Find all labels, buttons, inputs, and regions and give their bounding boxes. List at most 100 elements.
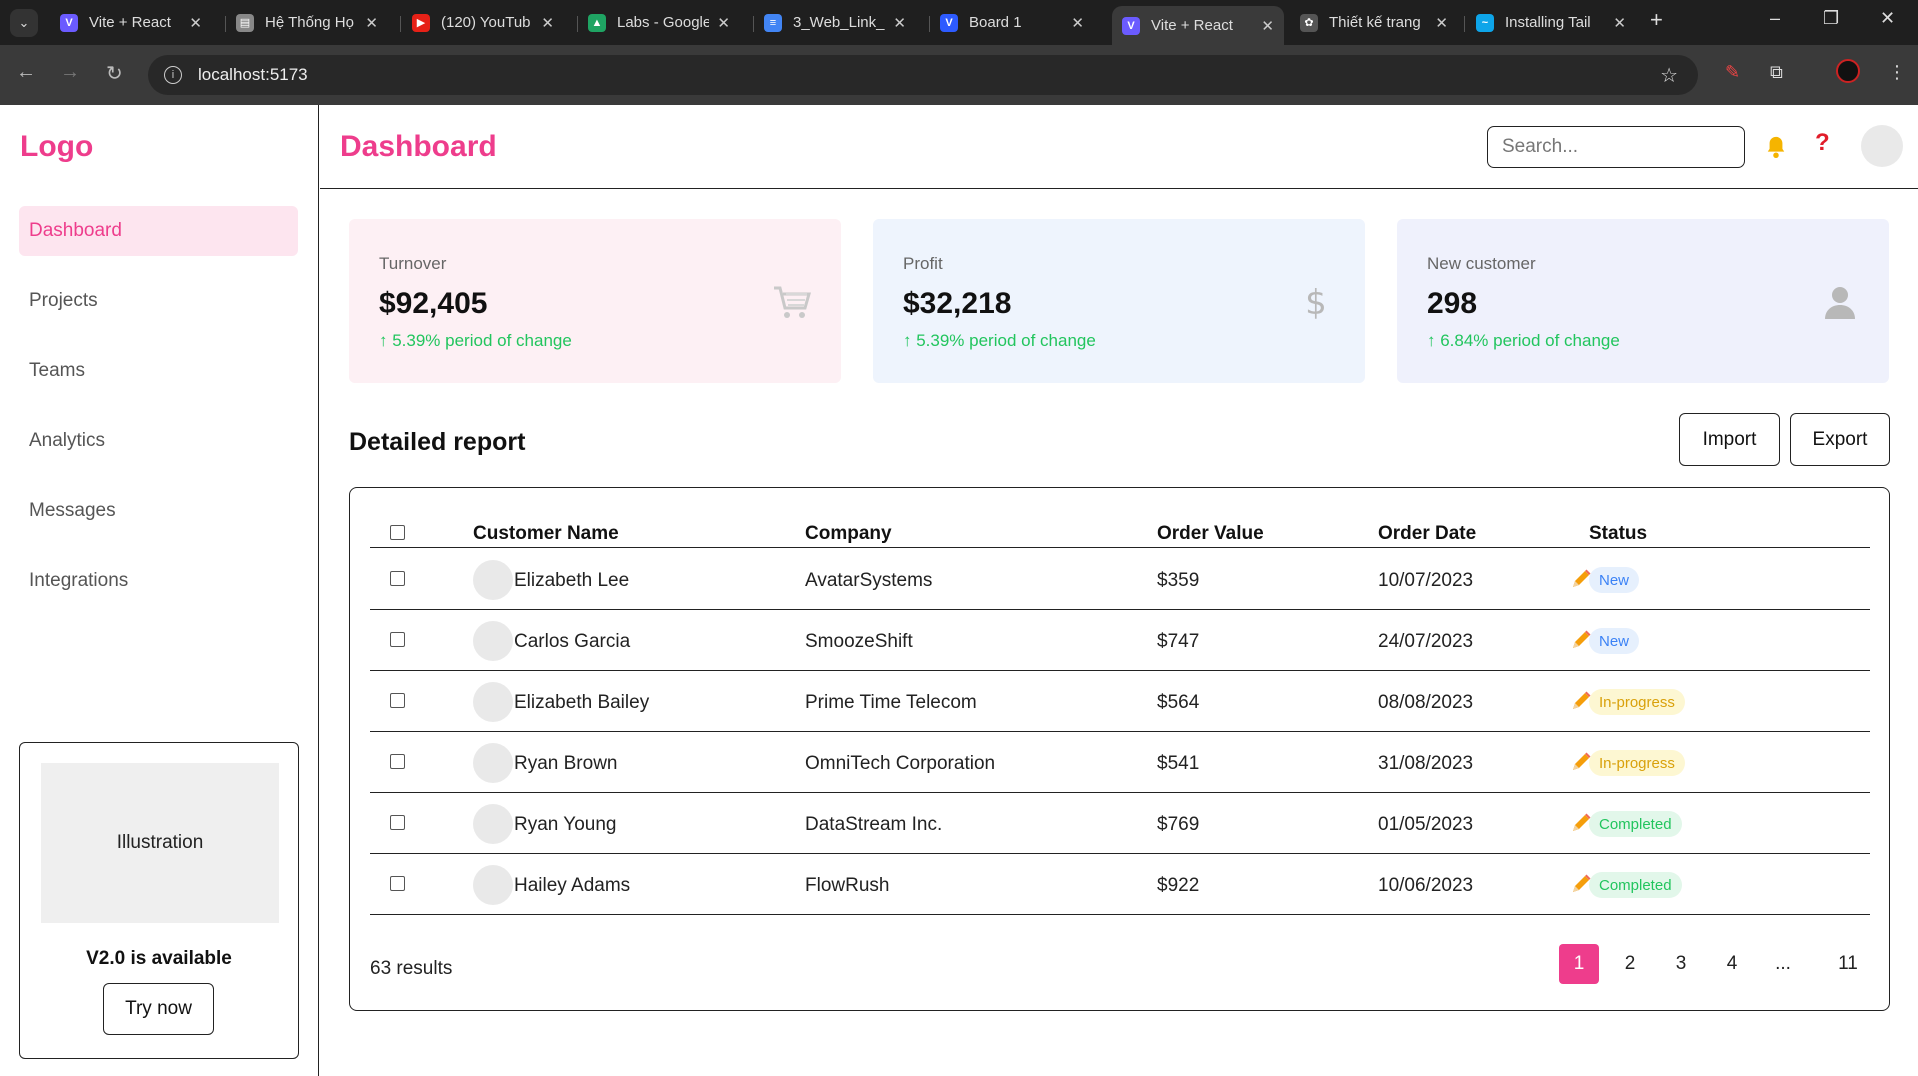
browser-tab[interactable]: V Vite + React ✕ bbox=[50, 6, 212, 39]
browser-tab[interactable]: ▶ (120) YouTub ✕ bbox=[402, 6, 564, 39]
browser-tab[interactable]: ≡ 3_Web_Link_I ✕ bbox=[754, 6, 916, 39]
company-name: DataStream Inc. bbox=[805, 814, 943, 835]
browser-tab[interactable]: ▤ Hệ Thống Họ ✕ bbox=[226, 6, 388, 39]
status-badge: Completed bbox=[1589, 811, 1682, 837]
help-icon[interactable]: ? bbox=[1815, 129, 1830, 157]
edit-pencil-icon[interactable] bbox=[1570, 812, 1592, 834]
stat-card-turnover: Turnover $92,405 ↑ 5.39% period of chang… bbox=[349, 219, 841, 383]
sidebar-item-messages[interactable]: Messages bbox=[19, 486, 298, 536]
sidebar-item-teams[interactable]: Teams bbox=[19, 346, 298, 396]
customer-avatar bbox=[473, 804, 513, 844]
row-checkbox[interactable] bbox=[390, 571, 405, 586]
sidebar-item-projects[interactable]: Projects bbox=[19, 276, 298, 326]
edit-pencil-icon[interactable] bbox=[1570, 873, 1592, 895]
close-icon[interactable]: ✕ bbox=[1613, 14, 1626, 32]
bookmark-star-icon[interactable]: ☆ bbox=[1660, 63, 1678, 88]
pagination-page[interactable]: 2 bbox=[1610, 944, 1650, 984]
customer-avatar bbox=[473, 560, 513, 600]
restore-icon[interactable]: ❐ bbox=[1823, 8, 1839, 29]
browser-tab[interactable]: ✿ Thiết kế trang ✕ bbox=[1290, 6, 1458, 39]
browser-menu-icon[interactable]: ⋮ bbox=[1888, 62, 1906, 83]
tab-search-icon[interactable]: ⌄ bbox=[10, 9, 38, 37]
close-icon[interactable]: ✕ bbox=[1435, 14, 1448, 32]
logo[interactable]: Logo bbox=[20, 130, 93, 164]
sidebar-item-integrations[interactable]: Integrations bbox=[19, 556, 298, 606]
back-icon[interactable]: ← bbox=[16, 61, 36, 84]
edit-pencil-icon[interactable] bbox=[1570, 629, 1592, 651]
promo-title: V2.0 is available bbox=[86, 948, 232, 969]
user-avatar[interactable] bbox=[1861, 125, 1903, 167]
address-bar[interactable]: i localhost:5173 ☆ bbox=[148, 55, 1698, 95]
vite-icon: V bbox=[60, 13, 78, 32]
browser-tab[interactable]: ▲ Labs - Google ✕ bbox=[578, 6, 740, 39]
drive-icon: ▲ bbox=[588, 13, 606, 32]
column-header[interactable]: Order Value bbox=[1157, 523, 1264, 545]
pagination-page[interactable]: 4 bbox=[1712, 944, 1752, 984]
column-header[interactable]: Customer Name bbox=[473, 523, 619, 545]
order-date: 31/08/2023 bbox=[1378, 753, 1474, 774]
close-icon[interactable]: ✕ bbox=[893, 14, 906, 32]
status-badge: In-progress bbox=[1589, 750, 1685, 776]
customer-avatar bbox=[473, 743, 513, 783]
row-checkbox[interactable] bbox=[390, 632, 405, 647]
close-window-icon[interactable]: ✕ bbox=[1880, 8, 1895, 29]
browser-tab[interactable]: V Board 1 ✕ bbox=[930, 6, 1094, 39]
new-tab-icon[interactable]: + bbox=[1650, 7, 1663, 33]
table-row: Carlos Garcia SmoozeShift $747 24/07/202… bbox=[370, 610, 1870, 671]
extensions-icon[interactable]: ⧉ bbox=[1770, 62, 1783, 83]
pagination-page[interactable]: 1 bbox=[1559, 944, 1599, 984]
browser-toolbar: ← → ↻ i localhost:5173 ☆ ✎ ⧉ ⋮ bbox=[0, 45, 1918, 105]
svg-text:$: $ bbox=[1305, 283, 1327, 323]
edit-pencil-icon[interactable] bbox=[1570, 751, 1592, 773]
pagination-page[interactable]: 3 bbox=[1661, 944, 1701, 984]
tailwind-icon: ~ bbox=[1476, 13, 1494, 32]
extension-pen-icon[interactable]: ✎ bbox=[1725, 62, 1740, 83]
profile-avatar[interactable] bbox=[1836, 59, 1860, 83]
minimize-icon[interactable]: – bbox=[1770, 8, 1780, 29]
select-all-checkbox[interactable] bbox=[390, 525, 405, 540]
row-checkbox[interactable] bbox=[390, 876, 405, 891]
export-button[interactable]: Export bbox=[1790, 413, 1890, 466]
column-header[interactable]: Order Date bbox=[1378, 523, 1476, 545]
browser-tab-active[interactable]: V Vite + React ✕ bbox=[1112, 6, 1284, 45]
close-icon[interactable]: ✕ bbox=[189, 14, 202, 32]
site-info-icon[interactable]: i bbox=[164, 66, 182, 84]
try-now-button[interactable]: Try now bbox=[103, 983, 214, 1035]
sidebar-item-analytics[interactable]: Analytics bbox=[19, 416, 298, 466]
row-checkbox[interactable] bbox=[390, 754, 405, 769]
edit-pencil-icon[interactable] bbox=[1570, 568, 1592, 590]
report-title: Detailed report bbox=[349, 428, 526, 456]
customer-avatar bbox=[473, 621, 513, 661]
sidebar: Logo Dashboard Projects Teams Analytics … bbox=[0, 105, 319, 1076]
close-icon[interactable]: ✕ bbox=[541, 14, 554, 32]
company-name: AvatarSystems bbox=[805, 570, 933, 591]
row-checkbox[interactable] bbox=[390, 693, 405, 708]
forward-icon[interactable]: → bbox=[60, 61, 80, 84]
table-row: Ryan Brown OmniTech Corporation $541 31/… bbox=[370, 732, 1870, 793]
stat-label: Profit bbox=[903, 254, 943, 273]
order-value: $747 bbox=[1157, 631, 1200, 652]
sidebar-item-dashboard[interactable]: Dashboard bbox=[19, 206, 298, 256]
browser-tab[interactable]: ~ Installing Tail ✕ bbox=[1466, 6, 1636, 39]
edit-pencil-icon[interactable] bbox=[1570, 690, 1592, 712]
stat-value: 298 bbox=[1427, 287, 1478, 320]
status-badge: In-progress bbox=[1589, 689, 1685, 715]
close-icon[interactable]: ✕ bbox=[365, 14, 378, 32]
row-checkbox[interactable] bbox=[390, 815, 405, 830]
pagination-ellipsis: ... bbox=[1775, 953, 1791, 974]
cart-icon bbox=[774, 286, 811, 318]
close-icon[interactable]: ✕ bbox=[717, 14, 730, 32]
pagination-page[interactable]: 11 bbox=[1828, 944, 1868, 984]
close-icon[interactable]: ✕ bbox=[1261, 17, 1274, 35]
column-header[interactable]: Company bbox=[805, 523, 892, 545]
illustration-placeholder: Illustration bbox=[41, 763, 279, 923]
url-text: localhost:5173 bbox=[198, 65, 308, 84]
search-input[interactable] bbox=[1487, 126, 1745, 168]
top-header: Dashboard ? bbox=[320, 105, 1918, 189]
bell-icon[interactable] bbox=[1765, 135, 1787, 159]
reload-icon[interactable]: ↻ bbox=[106, 61, 123, 86]
import-button[interactable]: Import bbox=[1679, 413, 1780, 466]
column-header[interactable]: Status bbox=[1589, 523, 1647, 545]
order-value: $541 bbox=[1157, 753, 1200, 774]
close-icon[interactable]: ✕ bbox=[1071, 14, 1084, 32]
